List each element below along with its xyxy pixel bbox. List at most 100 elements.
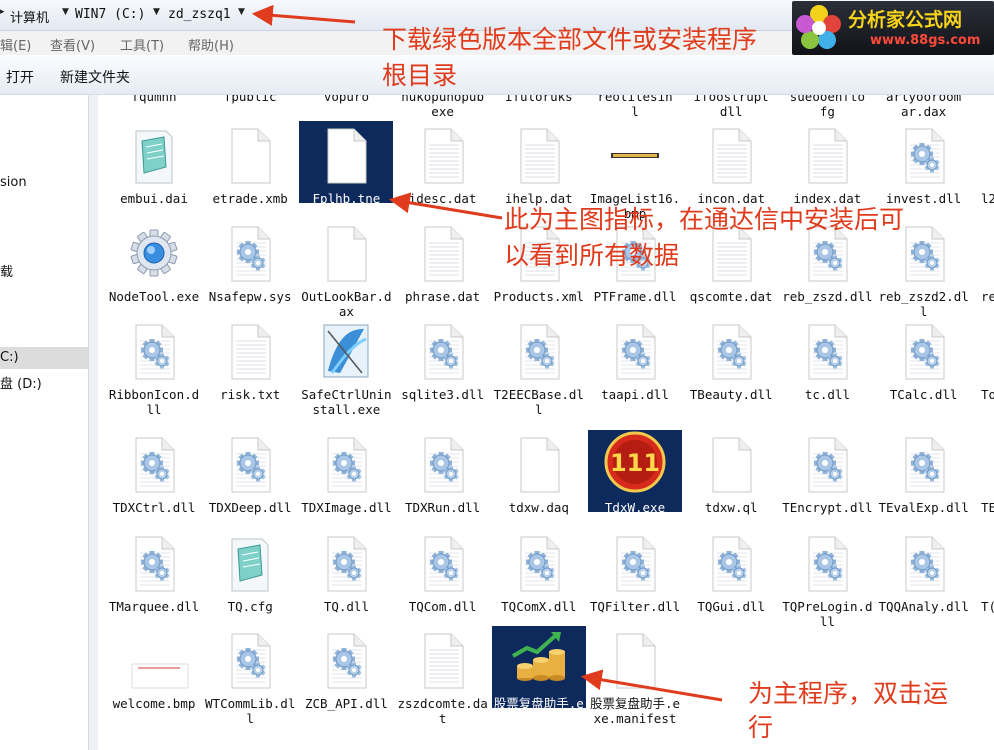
file-item[interactable]: risk.txt xyxy=(202,323,298,433)
file-item[interactable]: TDXImage.dll xyxy=(298,436,394,546)
file-name-partial[interactable]: vopuro xyxy=(298,95,394,104)
file-item[interactable]: idesc.dat xyxy=(395,127,491,237)
file-item[interactable]: TQ.dll xyxy=(298,535,394,645)
dll-gear-icon xyxy=(226,436,274,494)
chevron-down-icon[interactable]: ▼ xyxy=(62,7,69,17)
file-item[interactable]: TCalc.dll xyxy=(876,323,972,433)
file-item[interactable]: welcome.bmp xyxy=(106,632,202,742)
file-name: ZCB_API.dll xyxy=(304,696,388,711)
open-button[interactable]: 打开 xyxy=(6,67,34,87)
file-item[interactable]: NodeTool.exe xyxy=(106,225,202,335)
file-name-partial[interactable]: T( xyxy=(981,599,994,614)
file-name-partial[interactable]: To xyxy=(981,387,994,402)
file-item[interactable]: phrase.dat xyxy=(395,225,491,335)
menu-edit[interactable]: 辑(E) xyxy=(0,35,31,54)
file-item[interactable]: RibbonIcon.dll xyxy=(106,323,202,433)
nav-item-drive-d[interactable]: 盘 (D:) xyxy=(0,373,42,392)
file-item[interactable]: reb_zszd2.dll xyxy=(876,225,972,335)
file-item[interactable]: TQPreLogin.dll xyxy=(779,535,875,645)
bitmap-strip-icon xyxy=(611,127,659,185)
blank-file-icon xyxy=(322,225,370,283)
tdx-111-icon: 111 xyxy=(604,431,666,494)
file-item[interactable]: ZCB_API.dll xyxy=(298,632,394,742)
breadcrumb-computer[interactable]: 计算机 xyxy=(10,7,49,26)
chevron-down-icon[interactable]: ▼ xyxy=(238,7,245,17)
file-name-partial[interactable]: l2 xyxy=(981,191,994,206)
file-item[interactable]: TEvalExp.dll xyxy=(876,436,972,546)
file-item[interactable]: OutLookBar.dax xyxy=(298,225,394,335)
file-item[interactable]: TDXDeep.dll xyxy=(202,436,298,546)
file-item[interactable]: zszdcomte.dat xyxy=(395,632,491,742)
annotation-middle-line2: 以看到所有数据 xyxy=(504,241,680,270)
navigation-pane: sion 载 C:) 盘 (D:) xyxy=(0,95,88,750)
file-name-partial[interactable]: fpublic xyxy=(202,95,298,104)
file-name: 股票复盘助手.exe.manifest xyxy=(589,696,681,726)
breadcrumb-drive[interactable]: WIN7 (C:) xyxy=(75,7,145,22)
file-item[interactable]: tdxw.daq xyxy=(491,436,587,546)
file-item[interactable]: Nsafepw.sys xyxy=(202,225,298,335)
file-item[interactable]: etrade.xmb xyxy=(202,127,298,237)
file-item[interactable]: TQFilter.dll xyxy=(587,535,683,645)
file-item[interactable]: TQQAnaly.dll xyxy=(876,535,972,645)
file-item[interactable]: 股票复盘助手.exe.manifest xyxy=(587,632,683,742)
file-name: TQFilter.dll xyxy=(589,599,681,614)
menu-tools[interactable]: 工具(T) xyxy=(120,35,164,54)
file-item[interactable]: qscomte.dat xyxy=(683,225,779,335)
file-item[interactable]: tc.dll xyxy=(779,323,875,433)
file-item[interactable]: sqlite3.dll xyxy=(395,323,491,433)
dll-gear-icon xyxy=(611,535,659,593)
file-name-partial[interactable]: reolilesin l xyxy=(587,95,683,119)
file-item[interactable]: TDXCtrl.dll xyxy=(106,436,202,546)
annotation-top-line2: 根目录 xyxy=(382,61,458,90)
file-name: TEncrypt.dll xyxy=(782,500,873,515)
file-item[interactable]: embui.dai xyxy=(106,127,202,237)
file-name-partial[interactable]: fqumnn xyxy=(106,95,202,104)
file-item[interactable]: SafeCtrlUninstall.exe xyxy=(298,323,394,433)
file-name-partial[interactable]: sueooenfto fg xyxy=(779,95,875,119)
file-name: embui.dai xyxy=(120,191,188,206)
nav-item-version[interactable]: sion xyxy=(0,175,27,190)
file-item[interactable]: TQCom.dll xyxy=(395,535,491,645)
menu-view[interactable]: 查看(V) xyxy=(50,35,95,54)
file-item[interactable]: TBeauty.dll xyxy=(683,323,779,433)
lined-file-icon xyxy=(419,127,467,185)
dll-gear-icon xyxy=(130,323,178,381)
file-item[interactable]: TMarquee.dll xyxy=(106,535,202,645)
file-item[interactable]: TDXRun.dll xyxy=(395,436,491,546)
nav-item-drive-c[interactable]: C:) xyxy=(0,350,19,365)
file-name-partial[interactable]: re xyxy=(981,289,994,304)
file-item[interactable]: Fplhb.tne xyxy=(298,121,394,237)
file-item[interactable]: 股票复盘助手.exe xyxy=(491,626,587,742)
breadcrumb-folder[interactable]: zd_zszq1 xyxy=(168,7,231,22)
menu-help[interactable]: 帮助(H) xyxy=(188,35,234,54)
file-name: zszdcomte.dat xyxy=(397,696,488,726)
file-item[interactable]: TEncrypt.dll xyxy=(779,436,875,546)
file-name: TQ.cfg xyxy=(227,599,273,614)
chevron-down-icon[interactable]: ▼ xyxy=(153,7,160,17)
file-name-partial[interactable]: hukopunopub exe xyxy=(395,95,491,119)
file-item[interactable]: reb_zszd.dll xyxy=(779,225,875,335)
file-name: TQCom.dll xyxy=(408,599,477,614)
new-folder-button[interactable]: 新建文件夹 xyxy=(60,67,130,87)
file-item[interactable]: tdxw.ql xyxy=(683,436,779,546)
file-item[interactable]: T2EECBase.dll xyxy=(491,323,587,433)
dll-gear-icon xyxy=(322,535,370,593)
blank-file-icon xyxy=(515,436,563,494)
file-item[interactable]: 111 TdxW.exe xyxy=(587,430,683,546)
chevron-right-icon[interactable]: ▸ xyxy=(0,7,5,17)
dll-gear-icon xyxy=(611,323,659,381)
file-name-partial[interactable]: arlyooroom ar.dax xyxy=(876,95,972,119)
file-name-partial[interactable]: ifuloruks xyxy=(491,95,587,104)
notepad-icon xyxy=(130,127,178,185)
file-item[interactable]: TQ.cfg xyxy=(202,535,298,645)
file-item[interactable]: taapi.dll xyxy=(587,323,683,433)
file-name: taapi.dll xyxy=(601,387,669,402)
file-name-partial[interactable]: ifoostrupt dll xyxy=(683,95,779,119)
file-name-partial[interactable]: TE xyxy=(981,500,994,515)
file-item[interactable]: TQGui.dll xyxy=(683,535,779,645)
file-item[interactable]: WTCommLib.dll xyxy=(202,632,298,742)
file-name: TBeauty.dll xyxy=(689,387,773,402)
dll-gear-icon xyxy=(900,436,948,494)
dll-gear-icon xyxy=(803,535,851,593)
nav-item-download[interactable]: 载 xyxy=(0,261,13,280)
